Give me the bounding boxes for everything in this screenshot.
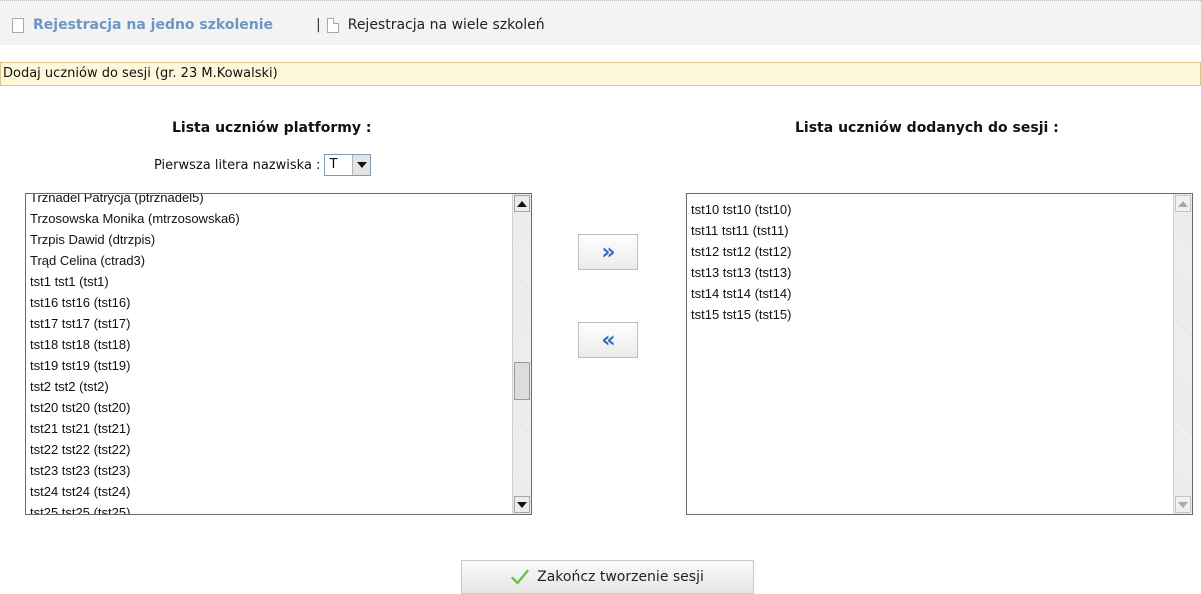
registration-tabs: Rejestracja na jedno szkolenie | Rejestr… xyxy=(0,0,1201,45)
arrow-up-icon xyxy=(517,200,527,207)
platform-students-heading: Lista uczniów platformy : xyxy=(172,120,372,136)
list-item[interactable]: Trąd Celina (ctrad3) xyxy=(30,250,511,271)
letter-select[interactable]: T xyxy=(324,154,372,176)
session-students-items: tst10 tst10 (tst10) tst11 tst11 (tst11) ts… xyxy=(691,199,1172,325)
chevron-down-icon xyxy=(356,162,367,168)
list-item[interactable]: tst20 tst20 (tst20) xyxy=(30,397,511,418)
platform-list-scrollbar[interactable] xyxy=(512,194,531,514)
arrow-down-icon xyxy=(517,501,527,508)
tab-single-training[interactable]: Rejestracja na jedno szkolenie xyxy=(12,15,273,35)
list-item[interactable]: tst19 tst19 (tst19) xyxy=(30,355,511,376)
session-students-list[interactable]: tst10 tst10 (tst10) tst11 tst11 (tst11) ts… xyxy=(686,193,1193,515)
scroll-down-button[interactable] xyxy=(514,496,530,513)
session-info-bar: Dodaj uczniów do sesji (gr. 23 M.Kowalsk… xyxy=(0,62,1201,86)
finish-button-label: Zakończ tworzenie sesji xyxy=(537,569,704,585)
list-item[interactable]: tst12 tst12 (tst12) xyxy=(691,241,1172,262)
document-icon xyxy=(326,17,339,33)
scroll-thumb[interactable] xyxy=(514,362,530,400)
list-item[interactable]: tst22 tst22 (tst22) xyxy=(30,439,511,460)
session-list-scrollbar[interactable] xyxy=(1173,194,1192,514)
scroll-down-button[interactable] xyxy=(1175,496,1191,513)
tab-multiple-trainings[interactable]: | Rejestracja na wiele szkoleń xyxy=(316,15,545,35)
select-arrow-button[interactable] xyxy=(352,155,371,175)
list-item[interactable]: tst24 tst24 (tst24) xyxy=(30,481,511,502)
double-chevron-left-icon: « xyxy=(601,327,615,353)
finish-session-button[interactable]: Zakończ tworzenie sesji xyxy=(461,560,754,594)
scroll-up-button[interactable] xyxy=(514,195,530,212)
document-icon xyxy=(12,17,24,33)
platform-students-list[interactable]: Trznadel Patrycja (ptrznadel5) Trzosowska… xyxy=(25,193,532,515)
list-item[interactable]: tst14 tst14 (tst14) xyxy=(691,283,1172,304)
list-item[interactable]: tst2 tst2 (tst2) xyxy=(30,376,511,397)
double-chevron-right-icon: » xyxy=(601,239,615,265)
platform-students-items: Trznadel Patrycja (ptrznadel5) Trzosowska… xyxy=(30,194,511,514)
checkmark-icon xyxy=(511,569,529,585)
letter-select-value: T xyxy=(329,157,338,172)
filter-label: Pierwsza litera nazwiska : xyxy=(154,157,321,173)
list-item[interactable]: Trzpis Dawid (dtrzpis) xyxy=(30,229,511,250)
list-item[interactable]: tst11 tst11 (tst11) xyxy=(691,220,1172,241)
tab-separator: | xyxy=(316,17,321,33)
scroll-up-button[interactable] xyxy=(1175,195,1191,212)
list-item[interactable]: tst18 tst18 (tst18) xyxy=(30,334,511,355)
tab-single-label: Rejestracja na jedno szkolenie xyxy=(33,17,274,33)
list-item[interactable]: tst15 tst15 (tst15) xyxy=(691,304,1172,325)
add-to-session-button[interactable]: » xyxy=(578,234,638,270)
arrow-up-icon xyxy=(1178,200,1188,207)
list-item[interactable]: tst23 tst23 (tst23) xyxy=(30,460,511,481)
session-students-heading: Lista uczniów dodanych do sesji : xyxy=(795,120,1059,136)
remove-from-session-button[interactable]: « xyxy=(578,322,638,358)
tab-multiple-label: Rejestracja na wiele szkoleń xyxy=(347,17,545,33)
list-item[interactable]: Trzosowska Monika (mtrzosowska6) xyxy=(30,208,511,229)
list-item[interactable]: tst25 tst25 (tst25) xyxy=(30,502,511,514)
list-item[interactable]: tst17 tst17 (tst17) xyxy=(30,313,511,334)
list-item[interactable]: tst13 tst13 (tst13) xyxy=(691,262,1172,283)
list-item[interactable]: Trznadel Patrycja (ptrznadel5) xyxy=(30,194,511,208)
list-item[interactable]: tst10 tst10 (tst10) xyxy=(691,199,1172,220)
list-item[interactable]: tst1 tst1 (tst1) xyxy=(30,271,511,292)
arrow-down-icon xyxy=(1178,501,1188,508)
list-item[interactable]: tst16 tst16 (tst16) xyxy=(30,292,511,313)
surname-letter-filter: Pierwsza litera nazwiska : T xyxy=(154,154,372,176)
list-item[interactable]: tst21 tst21 (tst21) xyxy=(30,418,511,439)
